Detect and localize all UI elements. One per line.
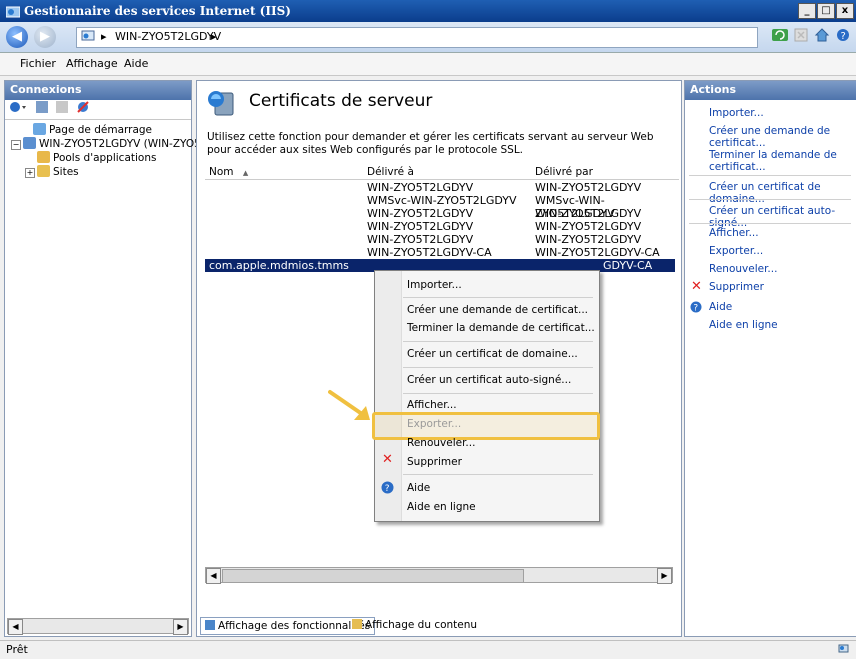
action-create-domain-cert[interactable]: Créer un certificat de domaine... — [709, 181, 856, 205]
forward-button[interactable]: ▶ — [34, 26, 56, 48]
action-create-request[interactable]: Créer une demande de certificat... — [709, 125, 839, 149]
breadcrumb-server[interactable]: WIN-ZYO5T2LGDYV — [115, 30, 221, 43]
table-row[interactable]: WIN-ZYO5T2LGDYV WIN-ZYO5T2LGDYV — [205, 181, 675, 194]
page-description: Utilisez cette fonction pour demander et… — [207, 131, 654, 156]
scroll-thumb[interactable] — [222, 569, 524, 583]
context-menu: Importer... Créer une demande de certifi… — [372, 270, 600, 522]
help-icon: ? — [381, 481, 394, 497]
scroll-right-arrow[interactable]: ▶ — [173, 619, 188, 635]
menu-affichage[interactable]: Affichage — [66, 57, 118, 70]
breadcrumb-separator: ▸ — [101, 30, 107, 43]
scroll-left-arrow[interactable]: ◀ — [8, 619, 23, 635]
start-page-icon — [33, 123, 46, 135]
refresh-icon[interactable] — [772, 28, 788, 45]
server-icon — [23, 137, 36, 149]
context-item-aide-en-ligne[interactable]: Aide en ligne — [407, 501, 476, 513]
column-header-delivre-par[interactable]: Délivré par — [531, 165, 679, 180]
action-create-self-signed[interactable]: Créer un certificat auto-signé... — [709, 205, 856, 229]
tree-item-server[interactable]: − WIN-ZYO5T2LGDYV (WIN-ZYO5T — [11, 137, 207, 150]
address-bar[interactable]: ▸ WIN-ZYO5T2LGDYV ▸ — [76, 27, 758, 48]
annotation-arrow-icon — [328, 388, 374, 427]
status-bar: Prêt — [0, 640, 856, 659]
expand-toggle[interactable]: + — [25, 168, 35, 178]
features-view-icon — [205, 620, 215, 630]
table-row[interactable]: WIN-ZYO5T2LGDYV WIN-ZYO5T2LGDYV — [205, 233, 675, 246]
help-icon[interactable]: ? — [836, 28, 850, 45]
svg-text:?: ? — [693, 304, 698, 314]
tree-item-app-pools[interactable]: Pools d'applications — [37, 151, 156, 164]
content-view-icon — [352, 619, 362, 629]
context-item-supprimer[interactable]: Supprimer — [407, 456, 462, 468]
column-header-delivre-a[interactable]: Délivré à — [363, 165, 532, 180]
svg-text:?: ? — [385, 484, 390, 494]
context-item-aide[interactable]: Aide — [407, 482, 430, 494]
context-item-create-domain-cert[interactable]: Créer un certificat de domaine... — [407, 348, 578, 360]
context-item-renouveler[interactable]: Renouveler... — [407, 437, 475, 449]
delete-icon: ✕ — [382, 452, 393, 467]
help-icon: ? — [690, 301, 702, 316]
back-button[interactable]: ◀ — [6, 26, 28, 48]
iis-app-icon — [5, 4, 21, 18]
action-importer[interactable]: Importer... — [709, 107, 764, 119]
list-horizontal-scrollbar[interactable]: ◀ ▶ — [205, 567, 673, 584]
context-item-exporter-disabled: Exporter... — [407, 418, 462, 430]
server-icon — [81, 30, 97, 46]
connections-toolbar — [9, 100, 91, 117]
menu-bar: Fichier Affichage Aide — [0, 53, 856, 76]
collapse-toggle[interactable]: − — [11, 140, 21, 150]
tree-item-sites[interactable]: + Sites — [25, 165, 79, 178]
page-title: Certificats de serveur — [249, 91, 433, 111]
certificate-page-icon — [207, 89, 237, 120]
minimize-button[interactable]: _ — [798, 3, 816, 19]
column-header-nom[interactable]: Nom ▲ — [205, 165, 364, 180]
sites-icon — [37, 165, 50, 177]
connections-horizontal-scrollbar[interactable]: ◀ ▶ — [7, 618, 189, 635]
save-icon[interactable] — [35, 100, 49, 117]
table-row[interactable]: WMSvc-WIN-ZYO5T2LGDYV WMSvc-WIN-ZYO5T2LGD… — [205, 194, 675, 220]
table-row[interactable]: WIN-ZYO5T2LGDYV WIN-ZYO5T2LGDYV — [205, 207, 675, 220]
disconnect-icon[interactable] — [75, 100, 91, 117]
scroll-right-arrow[interactable]: ▶ — [657, 568, 672, 584]
connection-status-icon — [838, 643, 850, 658]
menu-fichier[interactable]: Fichier — [20, 57, 56, 70]
action-supprimer[interactable]: Supprimer — [709, 281, 764, 293]
action-aide-en-ligne[interactable]: Aide en ligne — [709, 319, 778, 331]
app-pool-icon — [37, 151, 50, 163]
actions-header: Actions — [685, 81, 856, 100]
actions-pane: Actions Importer... Créer une demande de… — [684, 80, 856, 637]
context-item-importer[interactable]: Importer... — [407, 279, 462, 291]
delete-icon: ✕ — [691, 279, 702, 294]
tab-content-view[interactable]: Affichage du contenu — [348, 617, 481, 633]
breadcrumb-separator-end: ▸ — [211, 30, 217, 43]
restore-button[interactable]: □ — [817, 3, 835, 19]
connections-pane: Connexions Page de démarrage − WIN-ZYO5T2… — [4, 80, 207, 637]
action-renouveler[interactable]: Renouveler... — [709, 263, 777, 275]
action-exporter[interactable]: Exporter... — [709, 245, 763, 257]
context-item-complete-request[interactable]: Terminer la demande de certificat... — [407, 322, 595, 334]
context-item-create-request[interactable]: Créer une demande de certificat... — [407, 304, 588, 316]
menu-aide[interactable]: Aide — [124, 57, 148, 70]
close-button[interactable]: x — [836, 3, 854, 19]
window-title-bar: Gestionnaire des services Internet (IIS)… — [0, 0, 856, 22]
scroll-left-arrow[interactable]: ◀ — [206, 568, 221, 584]
home-icon[interactable] — [814, 28, 830, 45]
connections-header: Connexions — [5, 81, 191, 100]
sort-ascending-icon: ▲ — [242, 169, 249, 177]
action-aide[interactable]: Aide — [709, 301, 732, 313]
connect-icon[interactable] — [9, 100, 29, 117]
up-icon[interactable] — [55, 100, 69, 117]
context-item-create-self-signed[interactable]: Créer un certificat auto-signé... — [407, 374, 571, 386]
tree-item-start-page[interactable]: Page de démarrage — [33, 123, 152, 136]
navigation-bar: ◀ ▶ ▸ WIN-ZYO5T2LGDYV ▸ ? — [0, 22, 856, 53]
action-afficher[interactable]: Afficher... — [709, 227, 759, 239]
svg-text:?: ? — [841, 31, 846, 42]
status-text: Prêt — [6, 643, 28, 656]
table-row[interactable]: WIN-ZYO5T2LGDYV WIN-ZYO5T2LGDYV — [205, 220, 675, 233]
action-complete-request[interactable]: Terminer la demande de certificat... — [709, 149, 839, 173]
context-item-afficher[interactable]: Afficher... — [407, 399, 457, 411]
table-row[interactable]: WIN-ZYO5T2LGDYV-CA WIN-ZYO5T2LGDYV-CA — [205, 246, 675, 259]
window-title: Gestionnaire des services Internet (IIS) — [24, 4, 291, 18]
stop-icon[interactable] — [794, 28, 808, 45]
